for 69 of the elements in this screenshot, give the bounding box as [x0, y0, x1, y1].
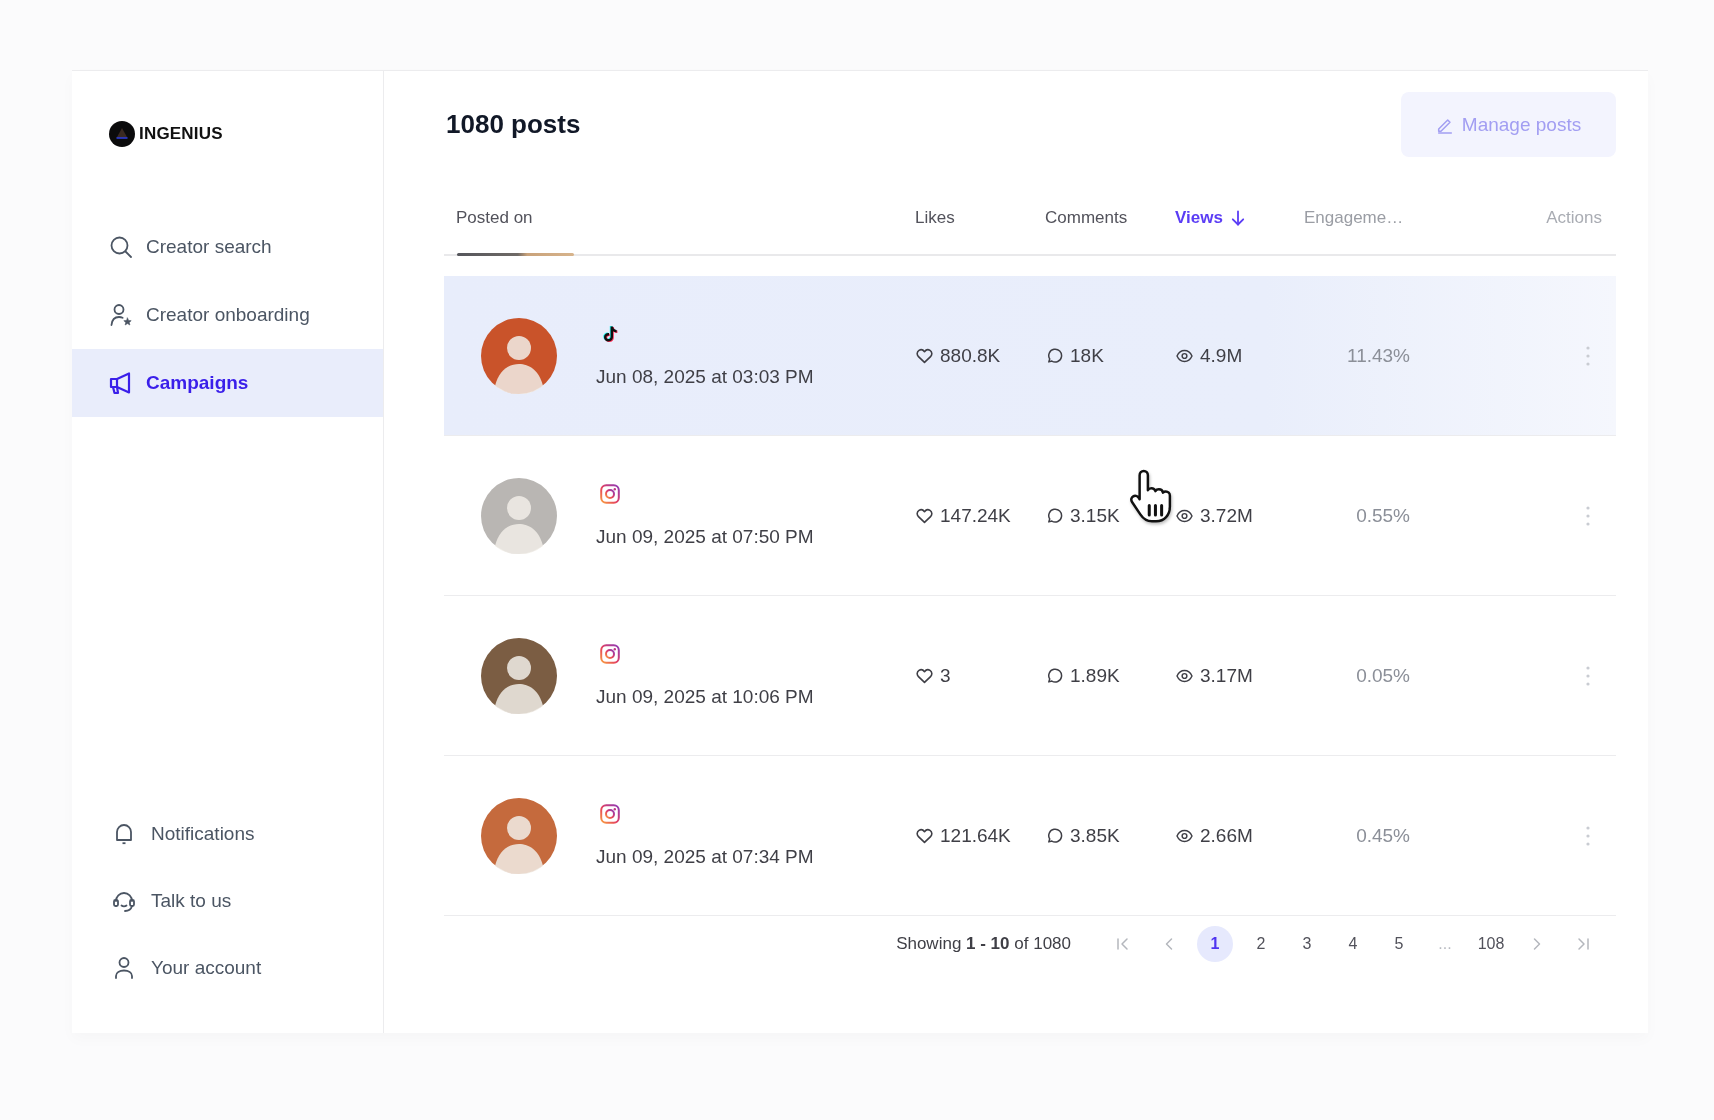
pagination-summary: Showing 1 - 10 of 1080	[896, 934, 1071, 954]
post-date: Jun 08, 2025 at 03:03 PM	[596, 365, 814, 388]
comments-count: 3.85K	[1070, 824, 1120, 847]
megaphone-icon	[109, 371, 133, 395]
post-date: Jun 09, 2025 at 07:50 PM	[596, 525, 814, 548]
column-header[interactable]: Posted on	[444, 201, 915, 235]
views-count: 3.17M	[1200, 664, 1253, 687]
engagement-rate: 0.05%	[1356, 664, 1410, 687]
speech-bubble-icon	[1046, 667, 1063, 684]
speech-bubble-icon	[1046, 507, 1063, 524]
likes-count: 147.24K	[940, 504, 1011, 527]
nav-item[interactable]: Your account	[72, 934, 383, 1001]
brand-name: INGENIUS	[139, 124, 223, 144]
comments-count: 1.89K	[1070, 664, 1120, 687]
camera-icon	[600, 483, 620, 504]
views-count: 3.72M	[1200, 504, 1253, 527]
music-note-icon	[600, 323, 620, 344]
scrollbar-thumb[interactable]	[457, 253, 574, 256]
eye-icon	[1176, 667, 1193, 684]
camera-icon	[600, 803, 620, 824]
heart-icon	[916, 347, 933, 364]
user-star-icon	[109, 303, 133, 327]
camera-icon	[600, 643, 620, 664]
first-page-icon[interactable]	[1115, 936, 1131, 952]
engagement-rate: 0.45%	[1356, 824, 1410, 847]
hand-cursor-icon	[1130, 468, 1174, 525]
table-row[interactable]: Jun 09, 2025 at 10:06 PM 3 1.89K 3.17M 0.05%	[444, 596, 1616, 756]
likes-count: 880.8K	[940, 344, 1001, 367]
eye-icon	[1176, 507, 1193, 524]
column-header[interactable]: Views	[1175, 201, 1304, 235]
speech-bubble-icon	[1046, 827, 1063, 844]
nav-item[interactable]: Notifications	[72, 800, 383, 867]
heart-icon	[916, 507, 933, 524]
column-header[interactable]: Likes	[915, 201, 1045, 235]
engagement-rate: 11.43%	[1346, 344, 1410, 367]
column-header[interactable]: Comments	[1045, 201, 1175, 235]
likes-count: 3	[940, 664, 951, 687]
nav-item[interactable]: Talk to us	[72, 867, 383, 934]
views-count: 2.66M	[1200, 824, 1253, 847]
page-button[interactable]: 1	[1197, 926, 1233, 962]
arrow-down-icon	[1230, 210, 1245, 226]
nav-item[interactable]: Campaigns	[72, 349, 383, 417]
search-icon	[109, 235, 133, 259]
last-page-icon[interactable]	[1575, 936, 1591, 952]
heart-icon	[916, 667, 933, 684]
eye-icon	[1176, 347, 1193, 364]
user-icon	[112, 955, 136, 980]
comments-count: 3.15K	[1070, 504, 1120, 527]
table-row[interactable]: Jun 09, 2025 at 07:34 PM 121.64K 3.85K 2.66M 0.45%	[444, 756, 1616, 916]
likes-count: 121.64K	[940, 824, 1011, 847]
page-button[interactable]: 4	[1335, 926, 1371, 962]
nav-item[interactable]: Creator onboarding	[72, 281, 383, 349]
page-button[interactable]: 2	[1243, 926, 1279, 962]
page-button[interactable]: 3	[1289, 926, 1325, 962]
comments-count: 18K	[1070, 344, 1104, 367]
page-button[interactable]: 108	[1473, 926, 1509, 962]
eye-icon	[1176, 827, 1193, 844]
post-date: Jun 09, 2025 at 10:06 PM	[596, 685, 814, 708]
page-button[interactable]: 5	[1381, 926, 1417, 962]
nav-item[interactable]: Creator search	[72, 213, 383, 281]
table-row[interactable]: Jun 08, 2025 at 03:03 PM 880.8K 18K 4.9M 11.43%	[444, 276, 1616, 436]
logo-icon	[109, 121, 135, 147]
engagement-rate: 0.55%	[1356, 504, 1410, 527]
page-ellipsis: ...	[1437, 934, 1453, 954]
page-title: 1080 posts	[446, 109, 581, 140]
views-count: 4.9M	[1200, 344, 1243, 367]
heart-icon	[916, 827, 933, 844]
post-date: Jun 09, 2025 at 07:34 PM	[596, 845, 814, 868]
speech-bubble-icon	[1046, 347, 1063, 364]
